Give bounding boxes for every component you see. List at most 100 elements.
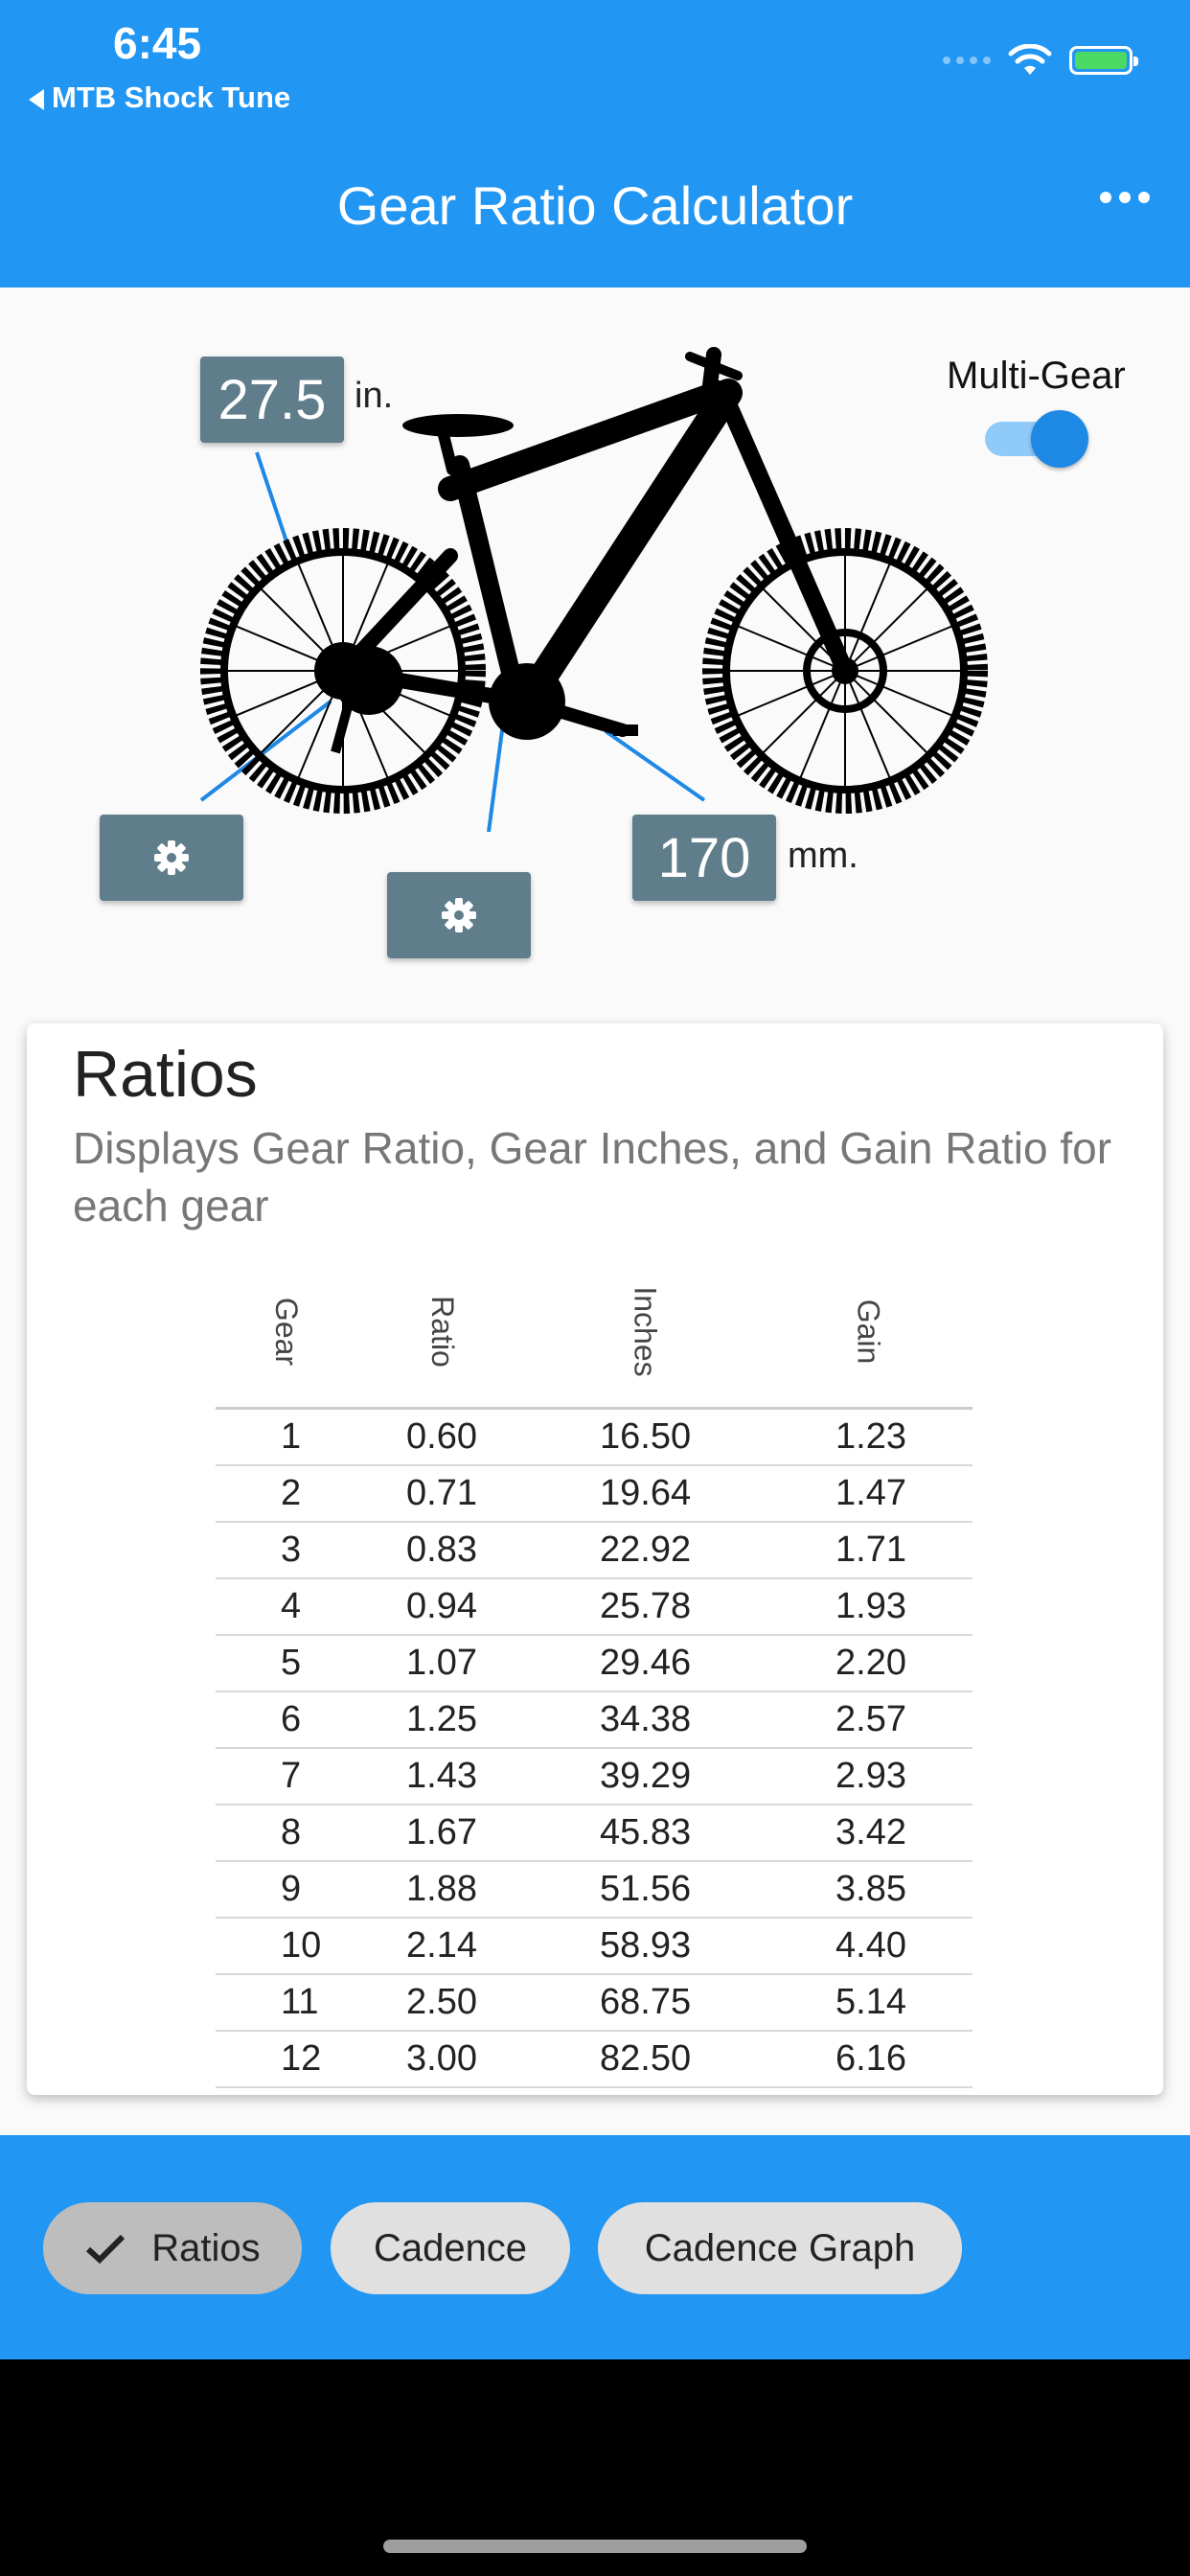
gain-cell: 1.93: [807, 1578, 973, 1636]
chip-label: Cadence: [373, 2226, 528, 2269]
column-header-gain: Gain: [807, 1254, 973, 1410]
gain-cell: 1.71: [807, 1522, 973, 1579]
wifi-icon: [1008, 44, 1052, 75]
gain-cell: 2.93: [807, 1748, 973, 1806]
gain-cell: 1.23: [807, 1408, 973, 1466]
table-row: 11 2.50 68.75 5.14: [216, 1974, 973, 2032]
table-row: 7 1.43 39.29 2.93: [216, 1748, 973, 1806]
ratio-cell: 1.07: [397, 1635, 590, 1692]
chip-label: Cadence Graph: [644, 2226, 916, 2269]
chip-cadence-graph[interactable]: Cadence Graph: [598, 2202, 962, 2294]
battery-charging-icon: [1069, 46, 1138, 75]
back-app-label: MTB Shock Tune: [52, 80, 291, 114]
gear-cell: 8: [216, 1805, 397, 1862]
wheel-size-value[interactable]: 27.5: [200, 356, 344, 443]
wheel-size-unit: in.: [355, 376, 394, 416]
gear-icon: [154, 840, 189, 875]
cassette-settings-button[interactable]: [100, 815, 243, 901]
bike-diagram: 27.5 in. 170 mm. Multi-Gear: [0, 288, 1190, 997]
gain-cell: 6.16: [807, 2031, 973, 2088]
status-time: 6:45: [113, 18, 202, 68]
inches-cell: 29.46: [590, 1635, 807, 1692]
gear-cell: 7: [216, 1748, 397, 1806]
page-title: Gear Ratio Calculator: [336, 175, 854, 236]
table-row: 10 2.14 58.93 4.40: [216, 1918, 973, 1975]
gear-cell: 3: [216, 1522, 397, 1579]
status-indicators: [943, 44, 1138, 77]
table-row: 3 0.83 22.92 1.71: [216, 1522, 973, 1579]
column-header-ratio: Ratio: [397, 1254, 590, 1410]
column-header-inches: Inches: [590, 1254, 807, 1410]
table-header-row: Gear Ratio Inches Gain: [216, 1254, 973, 1410]
crank-length-value[interactable]: 170: [632, 815, 776, 901]
chainring-settings-button[interactable]: [387, 872, 531, 958]
home-indicator[interactable]: [383, 2540, 807, 2553]
inches-cell: 82.50: [590, 2031, 807, 2088]
ratio-cell: 1.88: [397, 1861, 590, 1919]
ratios-card: Ratios Displays Gear Ratio, Gear Inches,…: [27, 1024, 1163, 2095]
chip-cadence[interactable]: Cadence: [331, 2202, 570, 2294]
table-row: 9 1.88 51.56 3.85: [216, 1861, 973, 1919]
inches-cell: 19.64: [590, 1465, 807, 1523]
ratio-cell: 0.83: [397, 1522, 590, 1579]
column-header-gear: Gear: [216, 1254, 397, 1410]
crank-length-unit: mm.: [788, 836, 858, 876]
table-row: 2 0.71 19.64 1.47: [216, 1465, 973, 1523]
ratio-cell: 0.71: [397, 1465, 590, 1523]
ratio-cell: 1.25: [397, 1691, 590, 1749]
gear-cell: 12: [216, 2031, 397, 2088]
ratio-cell: 2.14: [397, 1918, 590, 1975]
table-row: 12 3.00 82.50 6.16: [216, 2031, 973, 2088]
check-icon: [86, 2234, 126, 2265]
back-triangle-icon: [29, 88, 44, 110]
inches-cell: 68.75: [590, 1974, 807, 2032]
table-row: 8 1.67 45.83 3.42: [216, 1805, 973, 1862]
ratio-cell: 2.50: [397, 1974, 590, 2032]
inches-cell: 51.56: [590, 1861, 807, 1919]
table-row: 6 1.25 34.38 2.57: [216, 1691, 973, 1749]
gear-cell: 9: [216, 1861, 397, 1919]
bottom-chip-bar: Ratios Cadence Cadence Graph: [0, 2135, 1190, 2359]
gain-cell: 4.40: [807, 1918, 973, 1975]
ratio-cell: 0.94: [397, 1578, 590, 1636]
inches-cell: 39.29: [590, 1748, 807, 1806]
inches-cell: 25.78: [590, 1578, 807, 1636]
gear-cell: 4: [216, 1578, 397, 1636]
inches-cell: 22.92: [590, 1522, 807, 1579]
ratio-cell: 1.67: [397, 1805, 590, 1862]
cellular-signal-icon: [943, 57, 991, 64]
gear-cell: 6: [216, 1691, 397, 1749]
multi-gear-label: Multi-Gear: [947, 355, 1126, 397]
ratios-table: Gear Ratio Inches Gain 1 0.60 16.50 1.23 2 0.…: [216, 1254, 973, 2088]
app-bar: 6:45 MTB Shock Tune Gear Ratio Calculato…: [0, 0, 1190, 288]
gain-cell: 2.20: [807, 1635, 973, 1692]
table-row: 5 1.07 29.46 2.20: [216, 1635, 973, 1692]
card-subtitle: Displays Gear Ratio, Gear Inches, and Ga…: [73, 1123, 1112, 1230]
gear-cell: 2: [216, 1465, 397, 1523]
inches-cell: 34.38: [590, 1691, 807, 1749]
gain-cell: 3.85: [807, 1861, 973, 1919]
inches-cell: 16.50: [590, 1408, 807, 1466]
gain-cell: 3.42: [807, 1805, 973, 1862]
inches-cell: 58.93: [590, 1918, 807, 1975]
table-row: 1 0.60 16.50 1.23: [216, 1408, 973, 1466]
chip-label: Ratios: [151, 2226, 261, 2269]
table-row: 4 0.94 25.78 1.93: [216, 1578, 973, 1636]
chip-ratios[interactable]: Ratios: [43, 2202, 302, 2294]
inches-cell: 45.83: [590, 1805, 807, 1862]
gear-cell: 5: [216, 1635, 397, 1692]
ratio-cell: 1.43: [397, 1748, 590, 1806]
multi-gear-toggle[interactable]: [1031, 410, 1088, 468]
gain-cell: 2.57: [807, 1691, 973, 1749]
gear-cell: 10: [216, 1918, 397, 1975]
back-to-app-link[interactable]: MTB Shock Tune: [29, 80, 290, 115]
gain-cell: 1.47: [807, 1465, 973, 1523]
gear-cell: 11: [216, 1974, 397, 2032]
gear-icon: [442, 898, 476, 932]
gear-cell: 1: [216, 1408, 397, 1466]
more-menu-icon[interactable]: [1100, 192, 1150, 203]
gain-cell: 5.14: [807, 1974, 973, 2032]
ratio-cell: 3.00: [397, 2031, 590, 2088]
card-title: Ratios: [73, 1038, 258, 1111]
ratio-cell: 0.60: [397, 1408, 590, 1466]
